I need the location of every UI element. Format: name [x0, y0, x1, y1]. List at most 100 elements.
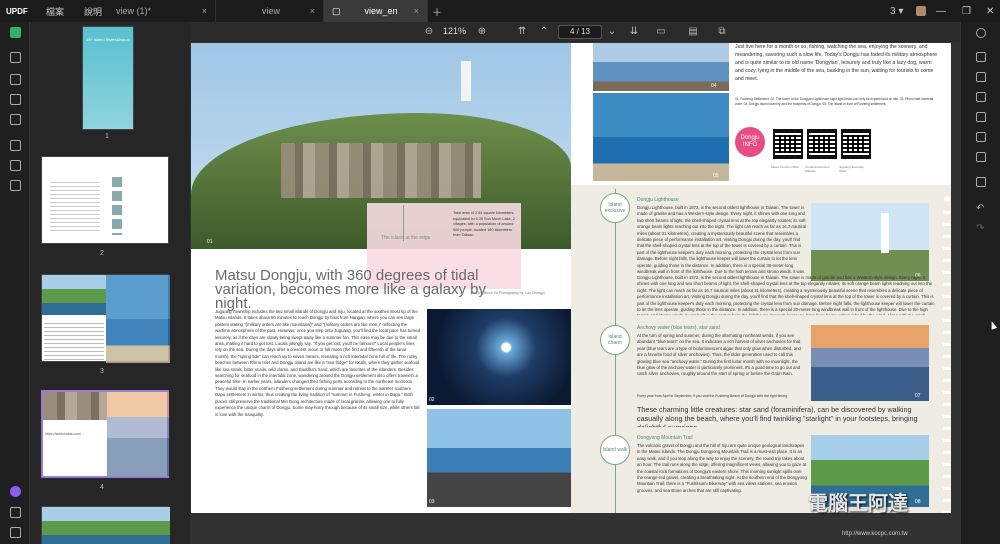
- anchovy-title: Anchovy water (blue tears), star sand: [637, 325, 720, 331]
- search-icon[interactable]: [976, 28, 986, 38]
- tab-label: view (1)*: [116, 6, 152, 16]
- menu-help[interactable]: 說明: [74, 5, 112, 18]
- prev-page-icon[interactable]: ⌃: [538, 26, 550, 38]
- zoom-out-icon[interactable]: ⊖: [423, 26, 435, 38]
- thumbnail-page-5[interactable]: [41, 506, 170, 544]
- thumbnail-number: 3: [100, 368, 104, 375]
- timeline-island-walk: Island walk: [600, 435, 630, 465]
- photo-number: 02: [429, 397, 435, 403]
- qr-label-1: Matsu Tourism Office: [771, 165, 800, 169]
- thumbnail-panel[interactable]: 15+ Island Styles&lsquo; 1 2 3 https://s…: [30, 22, 190, 544]
- photo-number: 01: [207, 239, 213, 245]
- bookmark-icon[interactable]: [10, 507, 21, 518]
- email-icon[interactable]: [976, 152, 986, 162]
- bay-photo: 05: [593, 93, 729, 181]
- trail-title: Dongyong Mountain Trail: [637, 435, 693, 441]
- new-tab-icon[interactable]: ＋: [432, 0, 442, 22]
- attachment-icon[interactable]: [10, 527, 21, 538]
- lighthouse-text: Dongju Lighthouse, built in 1872, is the…: [637, 205, 807, 273]
- page-spread: 01 The island at the edge Total area of …: [191, 43, 951, 513]
- close-icon[interactable]: ×: [310, 6, 315, 16]
- tab-view-1[interactable]: view (1)* ×: [108, 0, 216, 22]
- convert-icon[interactable]: [976, 72, 986, 82]
- dongju-info-badge: Dongju INFO: [735, 127, 765, 157]
- anchovy-note: Every year from April to September, if y…: [637, 394, 788, 398]
- crop-pages-icon[interactable]: [10, 160, 21, 171]
- batch-icon[interactable]: [976, 92, 986, 102]
- qr-code-2[interactable]: [807, 129, 837, 159]
- thumbnail-page-1[interactable]: 15+ Island Styles&lsquo;: [82, 26, 134, 130]
- photo-number: 03: [429, 499, 435, 505]
- thumbnail-page-2[interactable]: [41, 156, 169, 244]
- left-tool-bar: [0, 22, 30, 544]
- binding-holes: [943, 193, 951, 513]
- lighthouse-title: Dongju Lighthouse: [637, 197, 679, 203]
- last-page-icon[interactable]: ⇊: [628, 26, 640, 38]
- organize-pages-icon[interactable]: [10, 140, 21, 151]
- photo-number: 04: [711, 83, 717, 89]
- presentation-icon[interactable]: ▭: [655, 26, 667, 38]
- page-number-input[interactable]: 4 / 13: [558, 25, 602, 39]
- minimize-icon[interactable]: —: [936, 0, 946, 22]
- close-window-icon[interactable]: ✕: [986, 0, 994, 22]
- current-page: 4: [569, 27, 575, 36]
- compare-icon[interactable]: ⧉: [716, 26, 728, 38]
- tab-view-en[interactable]: ▢ view_en ×: [324, 0, 428, 22]
- trail-text: The volcanic gravel of Dongju and the hi…: [637, 443, 807, 493]
- caption-text: The island at the edge: [381, 235, 431, 241]
- layers-icon[interactable]: [10, 180, 21, 191]
- next-page-icon[interactable]: ⌄: [606, 26, 618, 38]
- tab-view[interactable]: view ×: [216, 0, 324, 22]
- total-pages: 13: [581, 27, 591, 36]
- harbor-photo: 04: [593, 43, 729, 91]
- qr-label-3: Juguang Township Office: [839, 165, 864, 173]
- menu-file[interactable]: 檔案: [36, 5, 74, 18]
- comment-icon[interactable]: [10, 52, 21, 63]
- photo-number: 08: [915, 499, 921, 505]
- thumbnail-number: 4: [100, 484, 104, 491]
- redo-icon[interactable]: ↷: [976, 224, 986, 234]
- form-icon[interactable]: [10, 114, 21, 125]
- qr-code-1[interactable]: [773, 129, 803, 159]
- window-count[interactable]: 3 ▾: [890, 0, 903, 22]
- watermark-logo: 電腦王阿達: [808, 493, 908, 515]
- tab-label: view: [262, 6, 281, 16]
- page-layout-icon[interactable]: ▤: [687, 26, 699, 38]
- close-icon[interactable]: ×: [414, 6, 419, 16]
- save-icon[interactable]: [976, 177, 986, 187]
- thumbnail-link: https://sketuhabla.com/...: [45, 432, 84, 436]
- right-tool-bar: ↶ ↷: [960, 22, 1000, 544]
- qr-label-2: Tourist Information Website: [805, 165, 830, 173]
- blue-tears-photo: 07: [811, 325, 929, 401]
- lighthouse-text-continued: Dongju Lighthouse, built in 1872, is the…: [637, 275, 935, 315]
- article-body: Juguang Township includes the two small …: [215, 309, 421, 417]
- intro-text: Just live here for a month or so, fishin…: [735, 44, 938, 82]
- avatar[interactable]: [916, 6, 926, 16]
- share-icon[interactable]: [976, 132, 986, 142]
- thumbnail-number: 1: [105, 133, 109, 140]
- lighthouse-photo: 06: [811, 203, 929, 281]
- thumbnail-title: 15+ Island Styles&lsquo;: [86, 37, 130, 42]
- reader-mode-icon[interactable]: [10, 27, 21, 38]
- zoom-level[interactable]: 121%: [443, 26, 466, 36]
- star-sand-highlight: These charming little creatures: star sa…: [637, 405, 918, 427]
- document-view[interactable]: 01 The island at the edge Total area of …: [190, 42, 960, 544]
- tab-label: view_en: [364, 6, 398, 16]
- zoom-in-icon[interactable]: ⊕: [476, 26, 488, 38]
- qr-code-3[interactable]: [841, 129, 871, 159]
- photo-credit: Text by: Bluce Yu Photography by: Lou Zh…: [471, 291, 545, 295]
- protect-icon[interactable]: [976, 112, 986, 122]
- first-page-icon[interactable]: ⇈: [516, 26, 528, 38]
- edit-page-icon[interactable]: [10, 94, 21, 105]
- thumbnail-page-4[interactable]: https://sketuhabla.com/...: [41, 390, 169, 478]
- maximize-icon[interactable]: ❐: [962, 0, 971, 22]
- edit-text-icon[interactable]: [10, 74, 21, 85]
- photo-number: 07: [915, 393, 921, 399]
- ocr-icon[interactable]: [976, 52, 986, 62]
- undo-icon[interactable]: ↶: [976, 204, 986, 214]
- timeline-island-exclusive: Island exclusive: [600, 193, 630, 223]
- close-icon[interactable]: ×: [202, 6, 207, 16]
- ai-assistant-icon[interactable]: [10, 486, 21, 497]
- watermark-url: http://www.kocpc.com.tw: [842, 531, 908, 537]
- thumbnail-page-3[interactable]: [41, 274, 170, 363]
